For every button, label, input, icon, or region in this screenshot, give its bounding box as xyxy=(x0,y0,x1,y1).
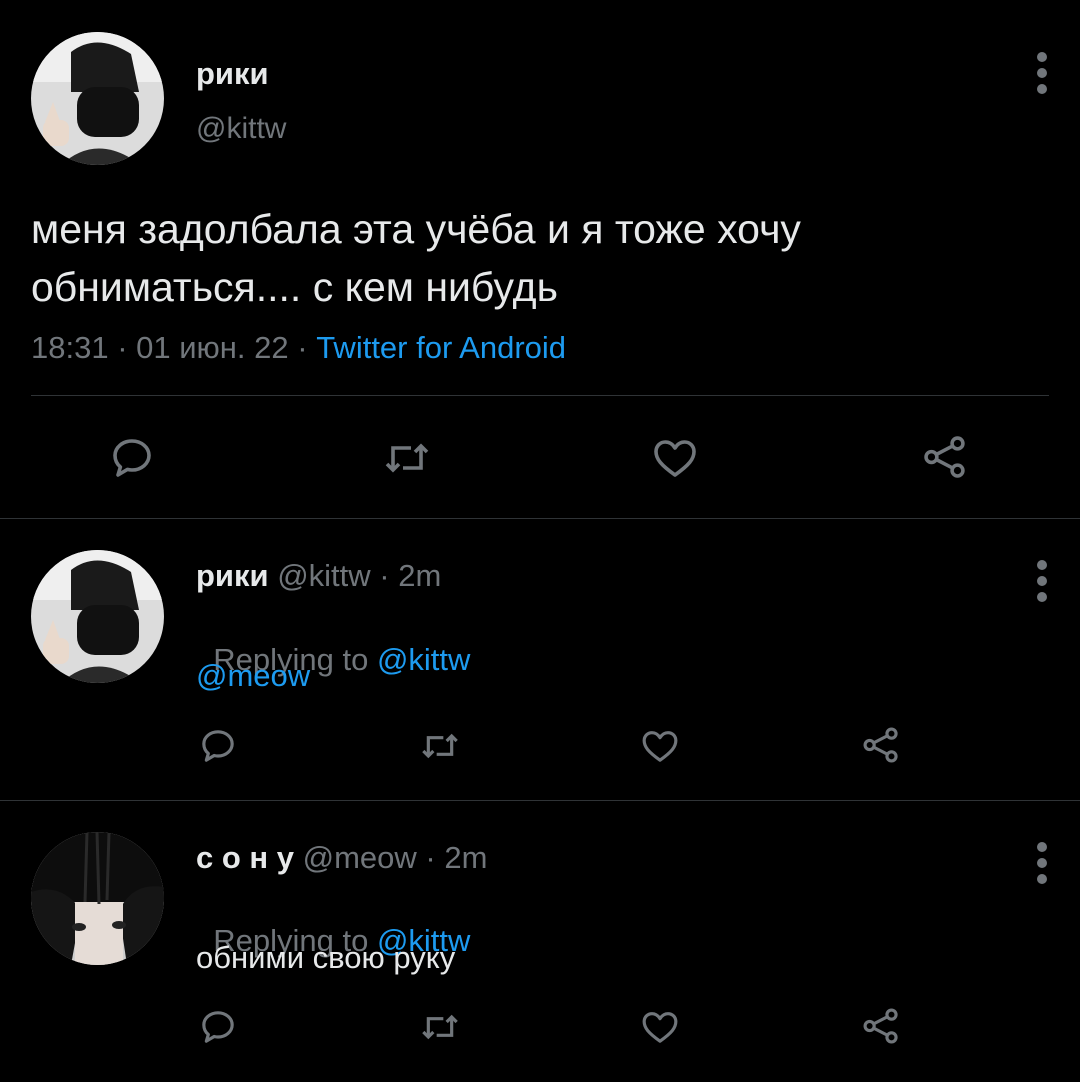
author-name[interactable]: с о н у xyxy=(196,840,294,875)
share-icon xyxy=(863,1008,898,1044)
retweet-button[interactable] xyxy=(418,726,462,766)
divider xyxy=(0,518,1080,519)
tweet-source-link[interactable]: Twitter for Android xyxy=(316,330,566,365)
retweet-icon xyxy=(385,443,429,473)
reply-text[interactable]: @meow xyxy=(196,658,310,694)
like-icon xyxy=(642,731,678,762)
avatar[interactable] xyxy=(31,32,164,165)
comment-button[interactable] xyxy=(108,434,156,482)
avatar-photo-icon xyxy=(31,32,164,165)
author-handle[interactable]: @meow xyxy=(303,840,417,875)
reply-age: · 2m xyxy=(416,840,488,875)
share-icon xyxy=(863,727,898,763)
comment-button[interactable] xyxy=(198,726,238,766)
retweet-icon xyxy=(422,1014,458,1040)
avatar-photo-icon xyxy=(31,550,164,683)
like-button[interactable] xyxy=(651,434,699,482)
more-options-icon[interactable] xyxy=(1036,560,1048,608)
share-button[interactable] xyxy=(860,724,902,766)
tweet-time: 18:31 xyxy=(31,330,109,365)
comment-button[interactable] xyxy=(198,1007,238,1047)
tweet-date: 01 июн. 22 xyxy=(136,330,289,365)
like-icon xyxy=(654,440,696,477)
avatar-photo-icon xyxy=(31,832,164,965)
avatar[interactable] xyxy=(31,832,164,965)
meta-separator: · xyxy=(288,330,317,365)
share-button[interactable] xyxy=(860,1005,902,1047)
retweet-button[interactable] xyxy=(418,1007,462,1047)
comment-icon xyxy=(113,439,151,477)
share-icon xyxy=(924,436,965,478)
tweet-text-line-1: меня задолбала эта учёба и я тоже хочу xyxy=(31,206,801,252)
retweet-icon xyxy=(422,733,458,759)
like-button[interactable] xyxy=(640,1007,680,1047)
replying-to-handle[interactable]: @kittw xyxy=(377,642,470,677)
divider xyxy=(31,395,1049,396)
reply-header: рики @kittw · 2m xyxy=(196,558,441,594)
more-options-icon[interactable] xyxy=(1036,52,1048,100)
retweet-button[interactable] xyxy=(381,434,433,482)
tweet-text-line-2: обниматься.... с кем нибудь xyxy=(31,264,558,310)
like-icon xyxy=(642,1012,678,1043)
divider xyxy=(0,800,1080,801)
more-options-icon[interactable] xyxy=(1036,842,1048,890)
comment-icon xyxy=(202,730,234,762)
author-name[interactable]: рики xyxy=(196,558,269,593)
comment-icon xyxy=(202,1011,234,1043)
reply-age: · 2m xyxy=(370,558,442,593)
meta-separator: · xyxy=(108,330,137,365)
like-button[interactable] xyxy=(640,726,680,766)
share-button[interactable] xyxy=(920,432,970,482)
reply-header: с о н у @meow · 2m xyxy=(196,840,487,876)
author-handle[interactable]: @kittw xyxy=(277,558,370,593)
author-name[interactable]: рики xyxy=(196,56,269,92)
tweet-meta: 18:31 · 01 июн. 22 · Twitter for Android xyxy=(31,330,566,366)
avatar[interactable] xyxy=(31,550,164,683)
reply-text: обними свою руку xyxy=(196,940,456,975)
author-handle[interactable]: @kittw xyxy=(196,112,286,146)
